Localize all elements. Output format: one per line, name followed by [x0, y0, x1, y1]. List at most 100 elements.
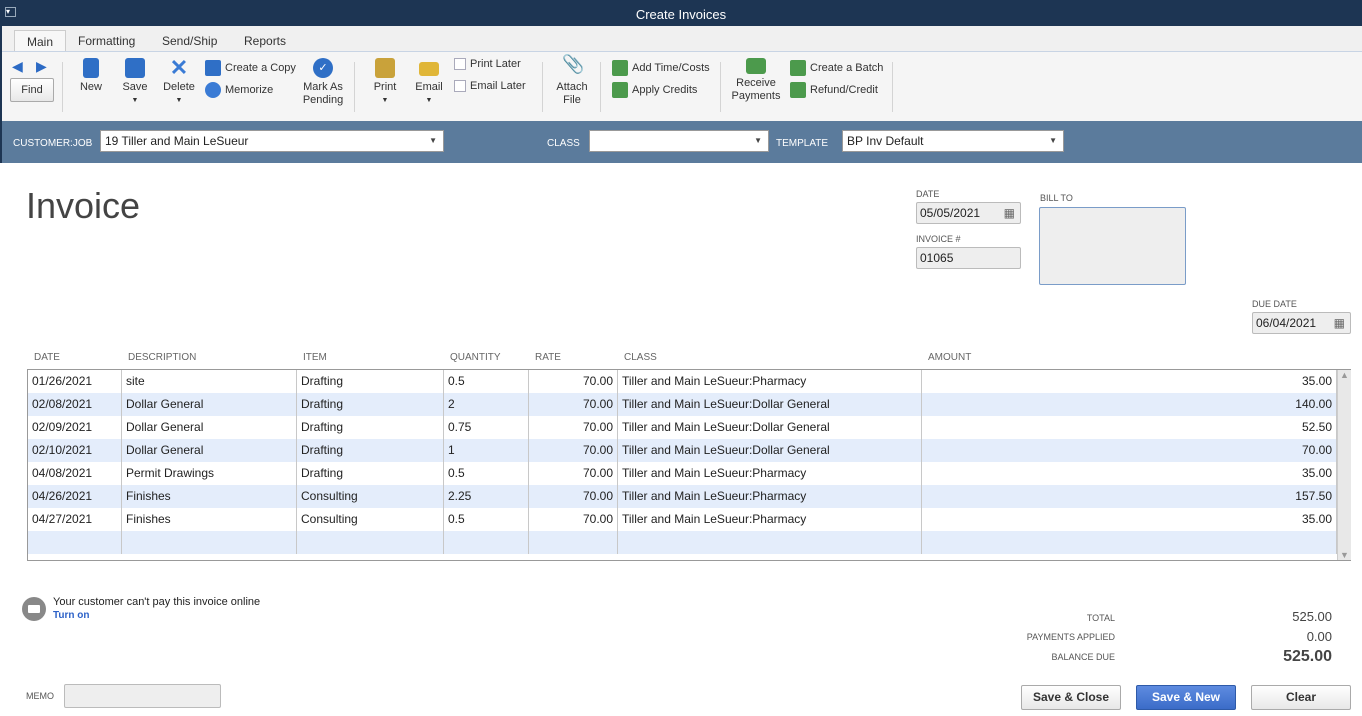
- col-header-class[interactable]: CLASS: [624, 352, 657, 363]
- mark-pending-button[interactable]: ✓ Mark As Pending: [300, 58, 346, 107]
- date-field[interactable]: 05/05/2021 ▦: [916, 202, 1021, 224]
- tab-main[interactable]: Main: [14, 30, 67, 52]
- new-button[interactable]: New: [76, 58, 106, 94]
- cell-class[interactable]: Tiller and Main LeSueur:Dollar General: [618, 416, 922, 439]
- save-button[interactable]: Save ▼: [118, 58, 152, 107]
- memo-field[interactable]: [64, 684, 221, 708]
- cell-description[interactable]: Dollar General: [122, 416, 297, 439]
- cell-rate[interactable]: 70.00: [529, 462, 618, 485]
- cell-item[interactable]: Consulting: [297, 508, 444, 531]
- col-header-rate[interactable]: RATE: [535, 352, 561, 363]
- cell-quantity[interactable]: [444, 531, 529, 554]
- cell-rate[interactable]: 70.00: [529, 370, 618, 393]
- cell-description[interactable]: Dollar General: [122, 439, 297, 462]
- cell-date[interactable]: 04/26/2021: [28, 485, 122, 508]
- cell-description[interactable]: site: [122, 370, 297, 393]
- col-header-quantity[interactable]: QUANTITY: [450, 352, 501, 363]
- cell-quantity[interactable]: 0.5: [444, 370, 529, 393]
- save-new-button[interactable]: Save & New: [1136, 685, 1236, 710]
- back-arrow-icon[interactable]: ◀: [12, 58, 23, 75]
- col-header-amount[interactable]: AMOUNT: [928, 352, 971, 363]
- col-header-description[interactable]: DESCRIPTION: [128, 352, 196, 363]
- cell-item[interactable]: Drafting: [297, 370, 444, 393]
- save-close-button[interactable]: Save & Close: [1021, 685, 1121, 710]
- print-button[interactable]: Print ▼: [370, 58, 400, 107]
- cell-quantity[interactable]: 0.5: [444, 508, 529, 531]
- attach-file-button[interactable]: 📎 Attach File: [554, 55, 590, 107]
- create-copy-button[interactable]: Create a Copy: [205, 60, 296, 76]
- cell-item[interactable]: Drafting: [297, 462, 444, 485]
- receive-payments-button[interactable]: Receive Payments: [730, 58, 782, 103]
- cell-item[interactable]: Drafting: [297, 416, 444, 439]
- cell-amount[interactable]: 70.00: [922, 439, 1337, 462]
- window-menu-icon[interactable]: ▾: [5, 7, 16, 17]
- cell-date[interactable]: [28, 531, 122, 554]
- add-time-costs-button[interactable]: Add Time/Costs: [612, 60, 710, 76]
- cell-quantity[interactable]: 0.75: [444, 416, 529, 439]
- cell-item[interactable]: [297, 531, 444, 554]
- refund-credit-button[interactable]: Refund/Credit: [790, 82, 878, 98]
- cell-quantity[interactable]: 1: [444, 439, 529, 462]
- col-header-date[interactable]: DATE: [34, 352, 60, 363]
- find-button[interactable]: Find: [10, 78, 54, 102]
- cell-date[interactable]: 01/26/2021: [28, 370, 122, 393]
- cell-class[interactable]: Tiller and Main LeSueur:Pharmacy: [618, 462, 922, 485]
- cell-item[interactable]: Consulting: [297, 485, 444, 508]
- cell-class[interactable]: Tiller and Main LeSueur:Dollar General: [618, 393, 922, 416]
- email-later-checkbox[interactable]: Email Later: [454, 80, 526, 92]
- cell-amount[interactable]: [922, 531, 1337, 554]
- cell-description[interactable]: Dollar General: [122, 393, 297, 416]
- cell-item[interactable]: Drafting: [297, 439, 444, 462]
- vertical-scrollbar[interactable]: ▲ ▼: [1337, 370, 1351, 560]
- cell-rate[interactable]: 70.00: [529, 416, 618, 439]
- tab-formatting[interactable]: Formatting: [66, 30, 147, 52]
- cell-date[interactable]: 02/09/2021: [28, 416, 122, 439]
- table-row[interactable]: 01/26/2021 site Drafting 0.5 70.00 Tiller and…: [28, 370, 1337, 393]
- cell-amount[interactable]: 140.00: [922, 393, 1337, 416]
- cell-description[interactable]: [122, 531, 297, 554]
- cell-amount[interactable]: 35.00: [922, 462, 1337, 485]
- cell-quantity[interactable]: 0.5: [444, 462, 529, 485]
- cell-class[interactable]: Tiller and Main LeSueur:Pharmacy: [618, 485, 922, 508]
- template-dropdown[interactable]: BP Inv Default ▼: [842, 130, 1064, 152]
- cell-description[interactable]: Permit Drawings: [122, 462, 297, 485]
- cell-amount[interactable]: 35.00: [922, 370, 1337, 393]
- invoice-number-field[interactable]: 01065: [916, 247, 1021, 269]
- table-row[interactable]: 02/09/2021 Dollar General Drafting 0.75 70.0…: [28, 416, 1337, 439]
- cell-item[interactable]: Drafting: [297, 393, 444, 416]
- forward-arrow-icon[interactable]: ▶: [36, 58, 47, 75]
- cell-quantity[interactable]: 2.25: [444, 485, 529, 508]
- create-batch-button[interactable]: Create a Batch: [790, 60, 883, 76]
- email-button[interactable]: Email ▼: [412, 58, 446, 107]
- cell-rate[interactable]: 70.00: [529, 439, 618, 462]
- cell-rate[interactable]: 70.00: [529, 485, 618, 508]
- cell-date[interactable]: 04/08/2021: [28, 462, 122, 485]
- cell-description[interactable]: Finishes: [122, 508, 297, 531]
- cell-date[interactable]: 02/08/2021: [28, 393, 122, 416]
- cell-description[interactable]: Finishes: [122, 485, 297, 508]
- cell-date[interactable]: 04/27/2021: [28, 508, 122, 531]
- print-later-checkbox[interactable]: Print Later: [454, 58, 521, 70]
- table-row[interactable]: 02/10/2021 Dollar General Drafting 1 70.00 Ti…: [28, 439, 1337, 462]
- bill-to-field[interactable]: [1039, 207, 1186, 285]
- cell-date[interactable]: 02/10/2021: [28, 439, 122, 462]
- cell-class[interactable]: [618, 531, 922, 554]
- cell-class[interactable]: Tiller and Main LeSueur:Pharmacy: [618, 508, 922, 531]
- cell-amount[interactable]: 52.50: [922, 416, 1337, 439]
- memorize-button[interactable]: Memorize: [205, 82, 273, 98]
- table-row[interactable]: 04/27/2021 Finishes Consulting 0.5 70.00 Till…: [28, 508, 1337, 531]
- cell-class[interactable]: Tiller and Main LeSueur:Pharmacy: [618, 370, 922, 393]
- col-header-item[interactable]: ITEM: [303, 352, 327, 363]
- tab-send-ship[interactable]: Send/Ship: [150, 30, 229, 52]
- table-row[interactable]: [28, 531, 1337, 554]
- apply-credits-button[interactable]: Apply Credits: [612, 82, 697, 98]
- cell-rate[interactable]: [529, 531, 618, 554]
- turn-on-link[interactable]: Turn on: [53, 610, 89, 621]
- table-row[interactable]: 04/08/2021 Permit Drawings Drafting 0.5 70.0…: [28, 462, 1337, 485]
- class-dropdown[interactable]: ▼: [589, 130, 769, 152]
- delete-button[interactable]: ✕ Delete ▼: [160, 57, 198, 107]
- cell-rate[interactable]: 70.00: [529, 393, 618, 416]
- table-row[interactable]: 04/26/2021 Finishes Consulting 2.25 70.00 Til…: [28, 485, 1337, 508]
- cell-amount[interactable]: 157.50: [922, 485, 1337, 508]
- cell-rate[interactable]: 70.00: [529, 508, 618, 531]
